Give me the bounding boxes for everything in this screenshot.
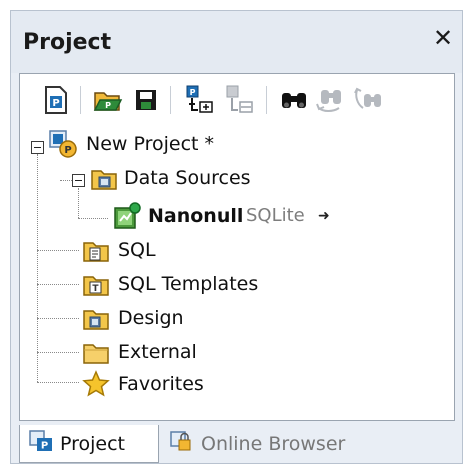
- collapse-toggle-root[interactable]: [31, 141, 44, 154]
- tab-online-browser[interactable]: Online Browser: [161, 425, 381, 463]
- close-icon[interactable]: ✕: [430, 25, 456, 51]
- toolbar-separator: [170, 86, 171, 114]
- tree-folder-label[interactable]: Design: [118, 306, 184, 330]
- arrow-right-icon: ➜: [318, 208, 330, 224]
- tab-label: Project: [60, 432, 126, 455]
- tree-folder-label[interactable]: SQL: [118, 238, 156, 262]
- svg-text:P: P: [41, 441, 48, 452]
- tree-connector: [78, 218, 108, 219]
- tree-folder-label[interactable]: External: [118, 340, 197, 364]
- find-next-icon[interactable]: [314, 84, 346, 116]
- sql-folder-icon: [82, 238, 112, 268]
- templates-folder-icon: T: [82, 272, 112, 302]
- add-folder-icon[interactable]: [224, 84, 256, 116]
- project-tab-icon: P: [28, 429, 54, 458]
- svg-text:P: P: [52, 98, 59, 109]
- svg-text:P: P: [64, 145, 71, 156]
- tree-connector: [78, 188, 79, 218]
- replace-icon[interactable]: [352, 84, 384, 116]
- tab-project[interactable]: P Project: [19, 425, 159, 463]
- svg-text:P: P: [190, 88, 196, 97]
- tree-connector: [37, 382, 79, 383]
- tab-label: Online Browser: [201, 433, 346, 455]
- project-toolbar: P P P: [20, 74, 454, 124]
- open-project-icon[interactable]: P: [92, 84, 124, 116]
- design-folder-icon: [82, 306, 112, 336]
- tree-folder-label[interactable]: SQL Templates: [118, 272, 258, 296]
- svg-text:T: T: [92, 284, 99, 294]
- add-to-project-icon[interactable]: P: [184, 84, 216, 116]
- panel-tabs: P Project Online Browser: [19, 425, 455, 463]
- tree-connector: [37, 250, 79, 251]
- title-bar: Project ✕: [11, 11, 462, 73]
- data-sources-label[interactable]: Data Sources: [124, 166, 251, 190]
- tree-connector: [37, 284, 79, 285]
- project-panel: Project ✕ P P P P New Project * Data Sou…: [10, 10, 463, 464]
- tree-root-label[interactable]: New Project *: [86, 132, 214, 156]
- project-tree: P New Project * Data Sources Nanonull SQ…: [20, 124, 454, 420]
- collapse-toggle-data-sources[interactable]: [72, 174, 85, 187]
- datasource-name[interactable]: Nanonull: [148, 204, 243, 228]
- project-icon: P: [48, 129, 78, 159]
- tree-folder-label[interactable]: Favorites: [118, 372, 204, 396]
- svg-text:P: P: [105, 101, 111, 110]
- online-browser-tab-icon: [169, 430, 195, 459]
- database-connection-icon: [112, 202, 142, 232]
- tree-connector: [37, 154, 38, 382]
- project-tree-area: P P P P New Project * Data Sources Nanon…: [19, 73, 455, 421]
- panel-title: Project: [23, 30, 112, 55]
- favorites-star-icon: [82, 370, 112, 400]
- save-project-icon[interactable]: [130, 84, 162, 116]
- tree-connector: [37, 352, 79, 353]
- new-project-icon[interactable]: P: [40, 84, 72, 116]
- find-icon[interactable]: [278, 84, 310, 116]
- toolbar-separator: [266, 86, 267, 114]
- toolbar-separator: [80, 86, 81, 114]
- tree-connector: [37, 318, 79, 319]
- external-folder-icon: [82, 340, 112, 370]
- datasource-type: SQLite: [246, 205, 305, 226]
- data-sources-folder-icon: [90, 166, 120, 196]
